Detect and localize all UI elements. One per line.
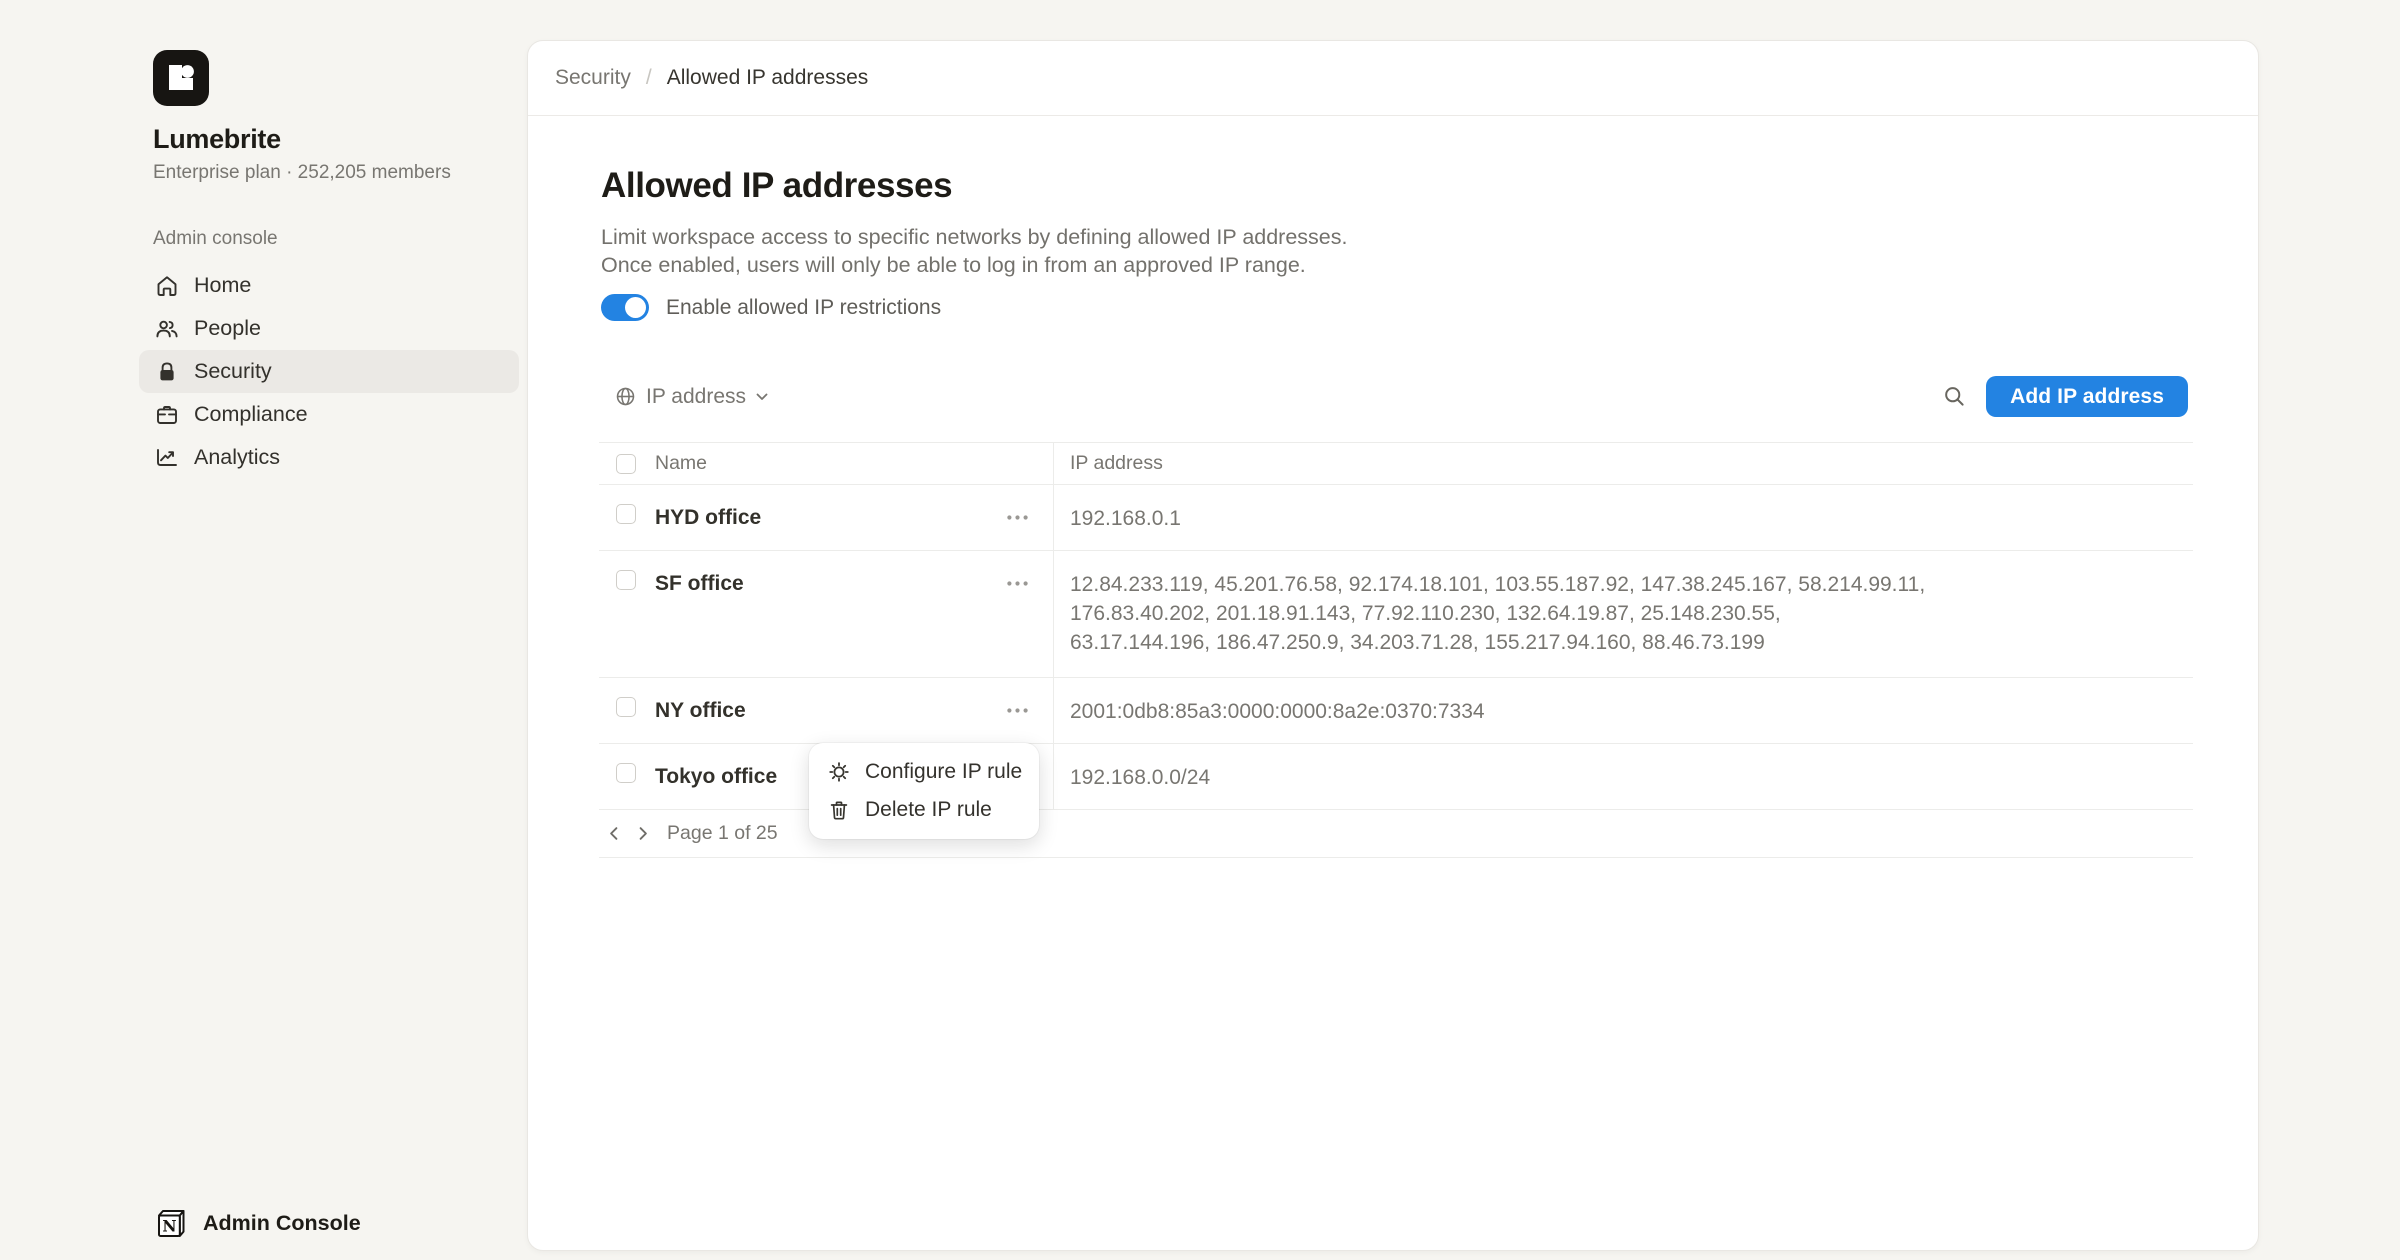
breadcrumb-current: Allowed IP addresses bbox=[667, 66, 869, 90]
briefcase-icon bbox=[153, 401, 180, 428]
search-icon[interactable] bbox=[1942, 384, 1967, 409]
toggle-knob bbox=[625, 297, 646, 318]
sidebar-nav: Home People Security bbox=[139, 264, 519, 479]
notion-cube-icon: N bbox=[153, 1206, 187, 1240]
sidebar-item-analytics[interactable]: Analytics bbox=[139, 436, 519, 479]
row-menu-ellipsis-icon[interactable] bbox=[1006, 707, 1029, 714]
menu-item-configure-ip-rule[interactable]: Configure IP rule bbox=[809, 753, 1039, 791]
row-ip: 12.84.233.119, 45.201.76.58, 92.174.18.1… bbox=[1070, 570, 2193, 599]
row-checkbox[interactable] bbox=[616, 697, 636, 717]
chevron-right-icon[interactable] bbox=[634, 825, 651, 842]
analytics-icon bbox=[153, 444, 180, 471]
main-panel: Security / Allowed IP addresses Allowed … bbox=[527, 40, 2259, 1251]
filter-label: IP address bbox=[646, 385, 746, 409]
sidebar-item-label: Security bbox=[194, 359, 272, 384]
row-menu-ellipsis-icon[interactable] bbox=[1006, 580, 1029, 587]
ip-restrictions-toggle-label: Enable allowed IP restrictions bbox=[666, 296, 941, 320]
home-icon bbox=[153, 272, 180, 299]
row-name: HYD office bbox=[655, 504, 761, 531]
breadcrumb: Security / Allowed IP addresses bbox=[528, 41, 2258, 116]
globe-icon bbox=[615, 386, 636, 407]
workspace-plan-members: Enterprise plan · 252,205 members bbox=[153, 162, 527, 184]
select-all-checkbox[interactable] bbox=[616, 454, 636, 474]
row-ip: 63.17.144.196, 186.47.250.9, 34.203.71.2… bbox=[1070, 628, 2193, 657]
page-description: Limit workspace access to specific netwo… bbox=[601, 223, 2188, 279]
row-checkbox[interactable] bbox=[616, 570, 636, 590]
sidebar-section-label: Admin console bbox=[153, 228, 527, 250]
page-content: Allowed IP addresses Limit workspace acc… bbox=[528, 166, 2258, 858]
gear-icon bbox=[828, 761, 850, 783]
menu-item-label: Configure IP rule bbox=[865, 760, 1022, 784]
workspace-logo-icon bbox=[153, 50, 209, 106]
chevron-left-icon[interactable] bbox=[606, 825, 623, 842]
table-row: NY office 2001:0db8:85a3:0000:0000:8a2e:… bbox=[599, 678, 2193, 744]
row-ip: 176.83.40.202, 201.18.91.143, 77.92.110.… bbox=[1070, 599, 2193, 628]
ip-restrictions-toggle[interactable] bbox=[601, 294, 649, 321]
table-row: SF office 12.84.233.119, 45.201.76.58, 9… bbox=[599, 551, 2193, 678]
row-ip: 192.168.0.1 bbox=[1070, 504, 2193, 533]
sidebar-item-people[interactable]: People bbox=[139, 307, 519, 350]
sidebar-item-security[interactable]: Security bbox=[139, 350, 519, 393]
row-name: SF office bbox=[655, 570, 744, 597]
breadcrumb-security-link[interactable]: Security bbox=[555, 66, 631, 90]
trash-icon bbox=[828, 799, 850, 821]
column-header-name: Name bbox=[655, 452, 707, 475]
admin-console-footer-label: Admin Console bbox=[203, 1211, 361, 1236]
toggle-row: Enable allowed IP restrictions bbox=[601, 294, 2188, 321]
sidebar-item-label: People bbox=[194, 316, 261, 341]
lock-icon bbox=[153, 358, 180, 385]
row-ip: 2001:0db8:85a3:0000:0000:8a2e:0370:7334 bbox=[1070, 697, 2193, 726]
svg-text:N: N bbox=[162, 1217, 176, 1236]
column-header-ip: IP address bbox=[1070, 452, 1163, 475]
row-name: Tokyo office bbox=[655, 763, 777, 790]
sidebar-item-label: Home bbox=[194, 273, 251, 298]
description-line-1: Limit workspace access to specific netwo… bbox=[601, 225, 1348, 249]
table-row: HYD office 192.168.0.1 bbox=[599, 485, 2193, 551]
workspace-name: Lumebrite bbox=[153, 124, 527, 155]
row-checkbox[interactable] bbox=[616, 763, 636, 783]
row-context-menu: Configure IP rule Delete IP rule bbox=[809, 743, 1039, 839]
sidebar-item-label: Analytics bbox=[194, 445, 280, 470]
menu-item-delete-ip-rule[interactable]: Delete IP rule bbox=[809, 791, 1039, 829]
sidebar-footer: N Admin Console bbox=[153, 1206, 361, 1240]
page-title: Allowed IP addresses bbox=[601, 166, 2188, 206]
table-toolbar: IP address Add IP address bbox=[599, 376, 2188, 417]
row-checkbox[interactable] bbox=[616, 504, 636, 524]
menu-item-label: Delete IP rule bbox=[865, 798, 992, 822]
row-ip: 192.168.0.0/24 bbox=[1070, 763, 2193, 792]
breadcrumb-separator: / bbox=[646, 66, 652, 90]
row-menu-ellipsis-icon[interactable] bbox=[1006, 514, 1029, 521]
sidebar-item-compliance[interactable]: Compliance bbox=[139, 393, 519, 436]
sidebar-item-label: Compliance bbox=[194, 402, 308, 427]
sidebar: Lumebrite Enterprise plan · 252,205 memb… bbox=[0, 0, 527, 1260]
people-icon bbox=[153, 315, 180, 342]
pagination-label: Page 1 of 25 bbox=[667, 822, 778, 845]
ip-address-filter[interactable]: IP address bbox=[615, 385, 768, 409]
toolbar-right: Add IP address bbox=[1942, 376, 2188, 417]
chevron-down-icon bbox=[756, 393, 768, 401]
row-name: NY office bbox=[655, 697, 746, 724]
add-ip-address-button[interactable]: Add IP address bbox=[1986, 376, 2188, 417]
table-header-row: Name IP address bbox=[599, 442, 2193, 485]
description-line-2: Once enabled, users will only be able to… bbox=[601, 253, 1306, 277]
sidebar-item-home[interactable]: Home bbox=[139, 264, 519, 307]
